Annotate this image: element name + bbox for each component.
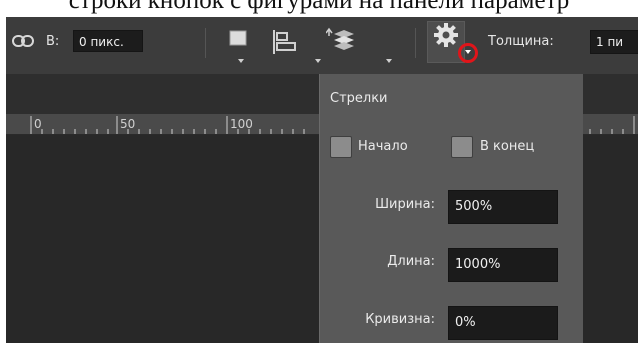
link-icon[interactable] [12, 34, 34, 48]
gear-icon[interactable] [434, 23, 458, 47]
separator [415, 28, 416, 58]
photoshop-window: В: 0 пикс. Толщина: 1 пи 0 50 100 Стрелк… [6, 17, 638, 343]
thickness-label: Толщина: [488, 34, 554, 49]
highlight-circle [458, 43, 478, 63]
width-field[interactable]: 500% [448, 190, 558, 224]
length-label: Длина: [387, 254, 435, 269]
panel-title: Стрелки [330, 91, 388, 106]
thickness-field[interactable]: 1 пи [590, 30, 638, 54]
options-bar: В: 0 пикс. Толщина: 1 пи [6, 17, 638, 74]
ruler-tick-label: 50 [120, 117, 136, 131]
b-label: В: [46, 34, 60, 49]
concavity-label: Кривизна: [365, 312, 435, 327]
end-checkbox[interactable] [451, 136, 473, 158]
document-caption: строки кнопок с фигурами на панели парам… [68, 0, 570, 14]
chevron-down-icon [386, 59, 392, 63]
end-checkbox-label: В конец [480, 139, 535, 154]
concavity-field[interactable]: 0% [448, 306, 558, 340]
align-left-icon[interactable] [272, 30, 298, 54]
chevron-down-icon [315, 59, 321, 63]
arrange-layers-icon[interactable] [326, 26, 354, 54]
ruler-tick-label: 100 [230, 117, 253, 131]
start-checkbox-label: Начало [358, 139, 408, 154]
width-label: Ширина: [375, 197, 435, 212]
length-field[interactable]: 1000% [448, 248, 558, 282]
b-field[interactable]: 0 пикс. [73, 30, 143, 52]
ruler-tick-label: 0 [34, 117, 42, 131]
chevron-down-icon [238, 59, 244, 63]
fill-square-icon[interactable] [228, 29, 250, 51]
arrows-panel: Стрелки Начало В конец Ширина: 500% Длин… [319, 74, 583, 343]
separator [205, 28, 206, 58]
start-checkbox[interactable] [330, 136, 352, 158]
